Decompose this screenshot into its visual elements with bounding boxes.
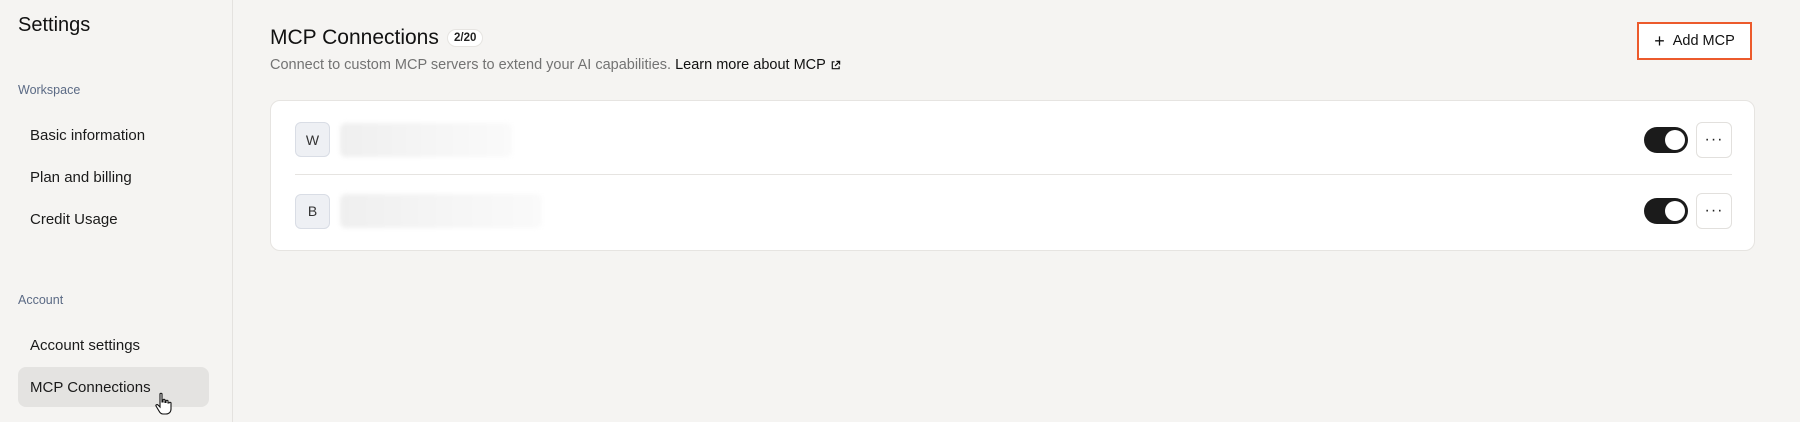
sidebar-item-basic-information[interactable]: Basic information [18,115,209,155]
connection-enabled-toggle[interactable] [1644,198,1688,224]
more-horizontal-icon[interactable]: ··· [1696,193,1732,229]
connection-avatar: W [295,122,330,157]
sidebar-item-mcp-connections[interactable]: MCP Connections [18,367,209,407]
connections-list: W ··· B ··· [270,100,1755,251]
connection-enabled-toggle[interactable] [1644,126,1688,153]
section-label-account: Account [18,293,64,307]
connection-row[interactable]: W ··· [295,105,1732,175]
add-mcp-label: Add MCP [1672,33,1735,49]
page-title: MCP Connections [270,26,439,49]
connection-name-redacted [340,122,512,157]
settings-sidebar: Settings Workspace Basic information Pla… [0,0,233,422]
page-subtitle: Connect to custom MCP servers to extend … [270,57,841,73]
toggle-knob [1665,201,1685,221]
toggle-knob [1665,129,1685,150]
sidebar-title: Settings [18,14,91,36]
main-content: MCP Connections 2/20 Connect to custom M… [233,0,1800,422]
connection-avatar: B [295,193,330,229]
connection-count-badge: 2/20 [447,29,484,47]
section-label-workspace: Workspace [18,83,81,97]
external-link-icon [831,60,841,69]
app-root: Settings Workspace Basic information Pla… [0,0,1800,422]
sidebar-item-account-settings[interactable]: Account settings [18,325,209,365]
learn-more-label: Learn more about MCP [675,57,826,73]
sidebar-item-credit-usage[interactable]: Credit Usage [18,199,209,239]
plus-icon: + [1654,31,1665,51]
more-horizontal-icon[interactable]: ··· [1696,121,1732,158]
add-mcp-button[interactable]: + Add MCP [1637,22,1752,60]
learn-more-link[interactable]: Learn more about MCP [675,57,841,73]
connection-row[interactable]: B ··· [295,176,1732,246]
connection-name-redacted [340,194,542,228]
subtitle-text: Connect to custom MCP servers to extend … [270,57,672,73]
sidebar-item-plan-and-billing[interactable]: Plan and billing [18,157,209,197]
hand-pointer-cursor-icon [155,392,172,415]
